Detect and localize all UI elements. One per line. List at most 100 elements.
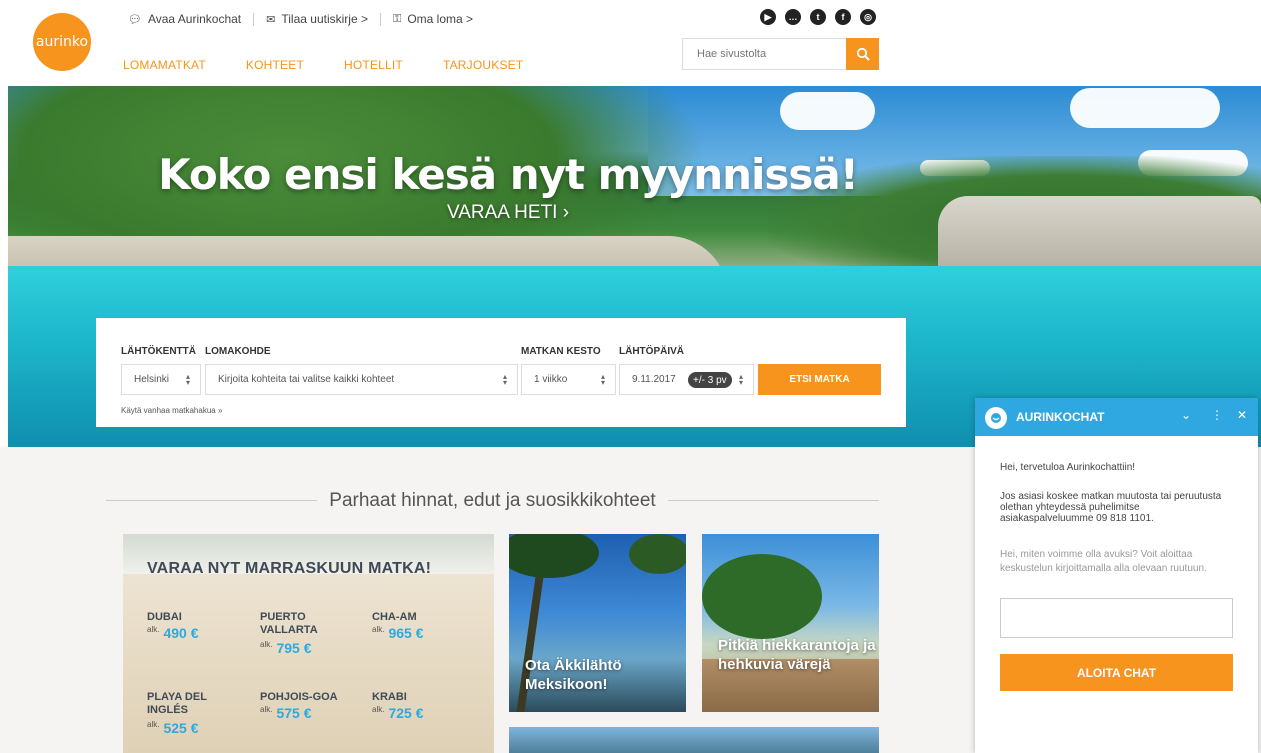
promo-dest-name: CHA-AM (372, 611, 417, 623)
close-icon[interactable]: ✕ (1237, 408, 1247, 422)
envelope-icon: ✉︎ (266, 13, 276, 26)
promo-dest-price: alk. 490 € (147, 625, 199, 641)
updown-arrows-icon: ▴ ▾ (738, 372, 743, 387)
open-chat-label: Avaa Aurinkochat (147, 12, 242, 26)
mexico-card[interactable]: Ota Äkkilähtö Meksikoon! (509, 534, 686, 712)
section-heading-wrap: Parhaat hinnat, edut ja suosikkikohteet (106, 490, 879, 512)
hero-title: Koko ensi kesä nyt myynnissä! (158, 150, 859, 199)
alk-label: alk. (260, 640, 273, 649)
alk-label: alk. (147, 625, 160, 634)
my-holiday-label: Oma loma > (407, 12, 474, 26)
aurinko-logo[interactable]: aurinko (33, 13, 91, 71)
section-title: Parhaat hinnat, edut ja suosikkikohteet (317, 490, 668, 511)
divider (253, 12, 255, 26)
destination-placeholder: Kirjoita kohteita tai valitse kaikki koh… (218, 374, 395, 385)
chat-icon[interactable]: … (785, 9, 801, 25)
my-holiday-link[interactable]: ⚿ Oma loma > (393, 12, 473, 26)
price-value: 725 € (388, 705, 424, 721)
chat-info: Jos asiasi koskee matkan muutosta tai pe… (1000, 491, 1222, 524)
destination-label: LOMAKOHDE (205, 346, 271, 357)
open-chat-link[interactable]: 💬︎ Avaa Aurinkochat (128, 12, 241, 26)
duration-value: 1 viikko (534, 374, 568, 385)
nav-lomamatkat[interactable]: LOMAMATKAT (123, 58, 206, 72)
alk-label: alk. (372, 625, 385, 634)
hero-cta-link[interactable]: VARAA HETI › (8, 202, 1008, 224)
chat-title: AURINKOCHAT (1016, 410, 1105, 424)
date-value: 9.11.2017 (632, 374, 676, 385)
promo-dest-name: PLAYA DEL INGLÉS (147, 691, 207, 716)
flex-days-select[interactable]: +/- 3 pv (688, 372, 732, 388)
section-heading: Parhaat hinnat, edut ja suosikkikohteet (106, 490, 879, 512)
cloud (780, 92, 875, 130)
site-search (682, 38, 879, 70)
alk-label: alk. (372, 705, 385, 714)
old-search-link[interactable]: Käytä vanhaa matkahakua » (121, 406, 222, 415)
newsletter-link[interactable]: ✉︎ Tilaa uutiskirje > (266, 12, 368, 26)
price-value: 965 € (388, 625, 424, 641)
divider (379, 12, 381, 26)
search-button[interactable] (846, 38, 879, 70)
top-links: 💬︎ Avaa Aurinkochat ✉︎ Tilaa uutiskirje … (128, 12, 473, 26)
chat-bubbles-icon: 💬︎ (128, 13, 142, 26)
chevron-down-icon[interactable]: ⌄ (1181, 408, 1191, 422)
price-value: 525 € (163, 720, 199, 736)
chat-bubble-icon (985, 407, 1007, 429)
youtube-icon[interactable]: ▶ (760, 9, 776, 25)
chat-prompt: Hei, miten voimme olla avuksi? Voit aloi… (1000, 549, 1207, 574)
promo-dest-price: alk. 725 € (372, 705, 424, 721)
key-icon: ⚿ (392, 12, 402, 25)
promo-dest-price: alk. 795 € (260, 640, 312, 656)
date-field[interactable]: 9.11.2017 +/- 3 pv ▴ ▾ (619, 364, 754, 395)
mountain-card[interactable] (509, 727, 879, 753)
social-links: ▶ … t f ◎ (760, 9, 876, 25)
cloud (1070, 88, 1220, 128)
price-value: 575 € (276, 705, 312, 721)
twitter-icon[interactable]: t (810, 9, 826, 25)
nav-hotellit[interactable]: HOTELLIT (344, 58, 403, 72)
promo-card[interactable]: VARAA NYT MARRASKUUN MATKA! DUBAI alk. 49… (123, 534, 494, 753)
more-icon[interactable]: ⋮ (1211, 408, 1223, 422)
beach-card[interactable]: Pitkiä hiekkarantoja ja hehkuvia värejä (702, 534, 879, 712)
promo-dest-price: alk. 965 € (372, 625, 424, 641)
price-value: 795 € (276, 640, 312, 656)
chat-header: AURINKOCHAT ⌄ ⋮ ✕ (975, 398, 1258, 436)
chat-message-input[interactable] (1000, 598, 1233, 638)
promo-dest-name: DUBAI (147, 611, 182, 623)
mexico-card-caption: Ota Äkkilähtö Meksikoon! (525, 657, 622, 693)
updown-arrows-icon: ▴ ▾ (502, 372, 507, 387)
search-icon (856, 47, 870, 61)
chat-welcome: Hei, tervetuloa Aurinkochattiin! (1000, 462, 1136, 473)
date-label: LÄHTÖPÄIVÄ (619, 346, 684, 357)
updown-arrows-icon: ▴ ▾ (185, 372, 190, 387)
promo-dest-price: alk. 525 € (147, 720, 199, 736)
nav-tarjoukset[interactable]: TARJOUKSET (443, 58, 523, 72)
promo-dest-name: PUERTO VALLARTA (260, 611, 318, 636)
newsletter-label: Tilaa uutiskirje > (281, 12, 368, 26)
facebook-icon[interactable]: f (835, 9, 851, 25)
departure-select[interactable]: Helsinki ▴ ▾ (121, 364, 201, 395)
promo-title: VARAA NYT MARRASKUUN MATKA! (147, 560, 432, 577)
search-trip-button[interactable]: ETSI MATKA (758, 364, 881, 395)
palm-leaves (509, 534, 599, 578)
search-input[interactable] (683, 39, 846, 69)
promo-dest-name: KRABI (372, 691, 407, 703)
booking-search-panel: LÄHTÖKENTTÄ LOMAKOHDE MATKAN KESTO LÄHTÖ… (96, 318, 906, 427)
departure-value: Helsinki (134, 374, 170, 385)
duration-select[interactable]: 1 viikko ▴ ▾ (521, 364, 616, 395)
price-value: 490 € (163, 625, 199, 641)
beach-card-caption: Pitkiä hiekkarantoja ja hehkuvia värejä (718, 637, 876, 673)
promo-dest-price: alk. 575 € (260, 705, 312, 721)
alk-label: alk. (147, 720, 160, 729)
duration-label: MATKAN KESTO (521, 346, 601, 357)
instagram-icon[interactable]: ◎ (860, 9, 876, 25)
main-nav: LOMAMATKAT KOHTEET HOTELLIT TARJOUKSET (123, 58, 523, 72)
departure-label: LÄHTÖKENTTÄ (121, 346, 196, 357)
destination-field[interactable]: Kirjoita kohteita tai valitse kaikki koh… (205, 364, 518, 395)
start-chat-button[interactable]: ALOITA CHAT (1000, 654, 1233, 691)
nav-kohteet[interactable]: KOHTEET (246, 58, 304, 72)
logo-text: aurinko (35, 34, 89, 50)
chat-widget: AURINKOCHAT ⌄ ⋮ ✕ Hei, tervetuloa Aurink… (975, 398, 1258, 753)
palm-leaves (702, 554, 822, 639)
alk-label: alk. (260, 705, 273, 714)
promo-dest-name: POHJOIS-GOA (260, 691, 338, 703)
